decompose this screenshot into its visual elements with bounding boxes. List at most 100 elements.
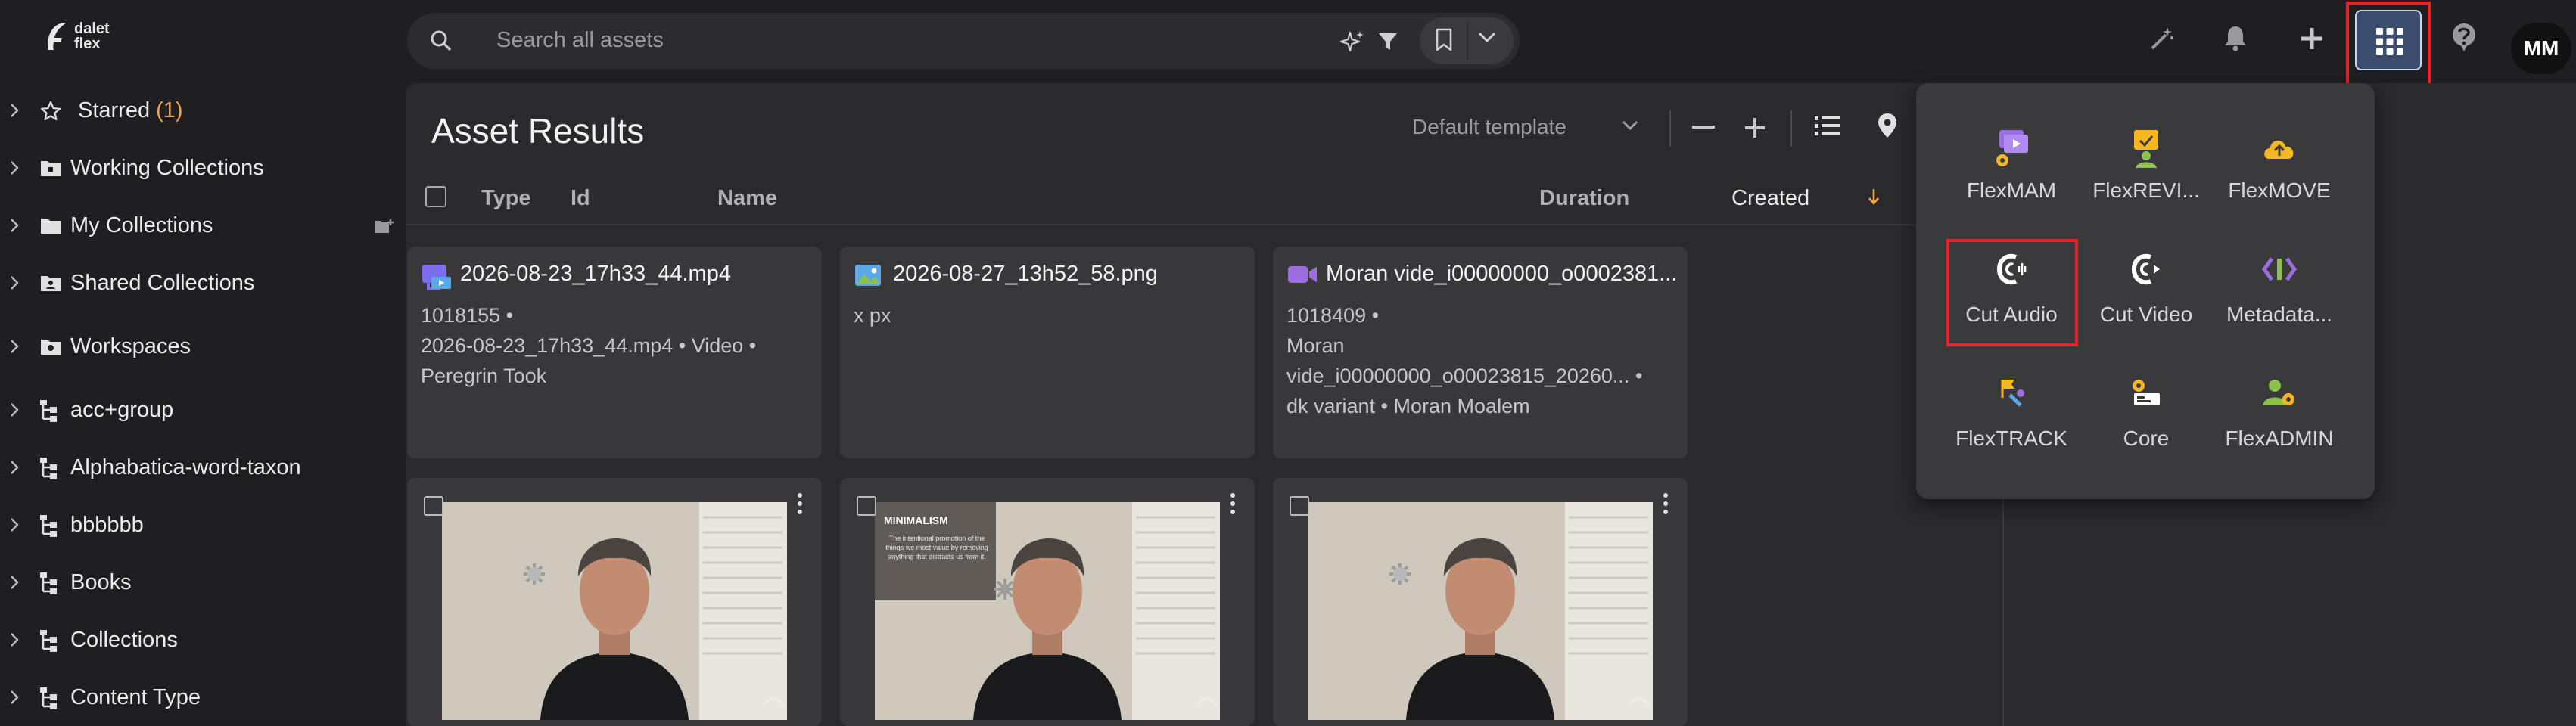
video-thumbnail[interactable] bbox=[1308, 502, 1653, 720]
sidebar-item-starred[interactable]: Starred (1) bbox=[0, 88, 406, 133]
sidebar-item-my-collections[interactable]: My Collections bbox=[0, 203, 406, 248]
sidebar-item-bbbbbb[interactable]: bbbbbb bbox=[0, 502, 406, 548]
asset-thumbnail-card[interactable] bbox=[1273, 478, 1688, 726]
header-divider bbox=[406, 224, 2002, 225]
flexmove-icon bbox=[2264, 140, 2294, 159]
template-select[interactable]: Default template bbox=[1412, 115, 1566, 139]
asset-select-checkbox[interactable] bbox=[857, 496, 876, 516]
column-header-type[interactable]: Type bbox=[481, 186, 531, 211]
taxonomy-icon bbox=[40, 515, 57, 537]
column-header-created[interactable]: Created bbox=[1731, 186, 1809, 211]
asset-card[interactable]: Moran vide_i00000000_o0002381... 1018409… bbox=[1273, 247, 1688, 458]
chevron-right-icon[interactable] bbox=[9, 517, 20, 532]
asset-card[interactable]: 2026-08-27_13h52_58.png x px bbox=[840, 247, 1255, 458]
chevron-right-icon[interactable] bbox=[9, 339, 20, 354]
chevron-right-icon[interactable] bbox=[9, 632, 20, 647]
sidebar-item-label: Shared Collections bbox=[70, 271, 255, 295]
search-input[interactable]: Search all assets bbox=[496, 28, 664, 53]
app-cut-audio[interactable]: Cut Audio bbox=[1943, 251, 2080, 365]
app-flexmam[interactable]: FlexMAM bbox=[1943, 127, 2080, 240]
chevron-right-icon[interactable] bbox=[9, 103, 20, 118]
video-thumbnail[interactable]: MINIMALISM The intentional promotion of … bbox=[875, 502, 1220, 720]
app-flextrack[interactable]: FlexTRACK bbox=[1943, 375, 2080, 489]
location-pin-icon[interactable] bbox=[1877, 112, 1898, 139]
metadata-icon bbox=[2261, 257, 2298, 281]
app-flexadmin[interactable]: FlexADMIN bbox=[2211, 375, 2347, 489]
filter-icon[interactable] bbox=[1377, 31, 1398, 52]
dalet-flex-logo[interactable]: dalet flex bbox=[42, 20, 110, 53]
video-camera-icon bbox=[1288, 266, 1317, 283]
sidebar-item-label: bbbbbb bbox=[70, 513, 144, 537]
column-header-duration[interactable]: Duration bbox=[1539, 186, 1629, 211]
help-icon[interactable] bbox=[2450, 23, 2478, 53]
bookmark-icon[interactable] bbox=[1435, 28, 1453, 52]
asset-thumbnail-card[interactable] bbox=[407, 478, 822, 726]
core-icon bbox=[2133, 380, 2160, 405]
video-thumbnail[interactable] bbox=[442, 502, 787, 720]
add-icon[interactable] bbox=[2299, 26, 2325, 51]
search-bar[interactable]: Search all assets bbox=[407, 13, 1520, 69]
sort-descending-icon[interactable] bbox=[1868, 188, 1880, 206]
logo-line-2: flex bbox=[74, 36, 101, 52]
sidebar-item-workspaces[interactable]: Workspaces bbox=[0, 324, 406, 369]
app-label: FlexMOVE bbox=[2228, 178, 2331, 202]
select-all-checkbox[interactable] bbox=[425, 186, 446, 207]
chevron-right-icon[interactable] bbox=[9, 575, 20, 590]
app-cut-video[interactable]: Cut Video bbox=[2078, 251, 2214, 365]
asset-card-line: vide_i00000000_o00023815_20260... • bbox=[1286, 365, 1643, 387]
notifications-bell-icon[interactable] bbox=[2223, 24, 2248, 51]
asset-select-checkbox[interactable] bbox=[1290, 496, 1309, 516]
flexmam-icon bbox=[1996, 130, 2028, 166]
zoom-in-icon[interactable] bbox=[1744, 116, 1766, 139]
asset-card-title[interactable]: Moran vide_i00000000_o0002381... bbox=[1326, 262, 1682, 287]
list-view-icon[interactable] bbox=[1815, 115, 1840, 138]
search-icon[interactable] bbox=[430, 29, 453, 52]
apps-menu-popover: FlexMAM FlexREVI... FlexMOVE Cut Audio C… bbox=[1916, 83, 2375, 499]
app-core[interactable]: Core bbox=[2078, 375, 2214, 489]
thumbnail-overlay-title: MINIMALISM bbox=[884, 514, 948, 526]
asset-select-checkbox[interactable] bbox=[424, 496, 443, 516]
chevron-down-icon[interactable] bbox=[1621, 119, 1639, 132]
app-metadata-designer[interactable]: Metadata... bbox=[2211, 251, 2347, 365]
asset-card-title[interactable]: 2026-08-23_17h33_44.mp4 bbox=[460, 262, 816, 287]
chevron-right-icon[interactable] bbox=[9, 460, 20, 475]
thumbnail-overlay-text: The intentional promotion of the things … bbox=[885, 535, 988, 560]
more-options-icon[interactable] bbox=[1662, 492, 1669, 516]
ai-sparkle-icon[interactable] bbox=[1339, 29, 1365, 54]
chevron-right-icon[interactable] bbox=[9, 402, 20, 417]
zoom-out-icon[interactable] bbox=[1692, 126, 1715, 130]
add-folder-icon[interactable] bbox=[374, 218, 395, 236]
asset-thumbnail-card[interactable]: MINIMALISM The intentional promotion of … bbox=[840, 478, 1255, 726]
sidebar-item-working-collections[interactable]: Working Collections bbox=[0, 145, 406, 191]
sidebar-item-starred-text: Starred (1) bbox=[78, 98, 183, 123]
chevron-right-icon[interactable] bbox=[9, 218, 20, 233]
app-label: FlexMAM bbox=[1966, 178, 2057, 202]
sidebar-item-content-type[interactable]: Content Type bbox=[0, 675, 406, 720]
chevron-right-icon[interactable] bbox=[9, 275, 20, 290]
chevron-right-icon[interactable] bbox=[9, 690, 20, 705]
sidebar-item-shared-collections[interactable]: Shared Collections bbox=[0, 260, 406, 306]
sidebar-item-acc-group[interactable]: acc+group bbox=[0, 387, 406, 433]
starred-count: (1) bbox=[156, 98, 183, 123]
sidebar-item-label: Collections bbox=[70, 628, 178, 652]
column-header-id[interactable]: Id bbox=[571, 186, 590, 211]
chevron-right-icon[interactable] bbox=[9, 160, 20, 175]
sidebar-item-alphabatica-word-taxon[interactable]: Alphabatica-word-taxon bbox=[0, 445, 406, 490]
asset-card-line: 2026-08-23_17h33_44.mp4 • Video • bbox=[421, 334, 757, 357]
asset-card[interactable]: 2026-08-23_17h33_44.mp4 1018155 • 2026-0… bbox=[407, 247, 822, 458]
app-label: Cut Video bbox=[2099, 302, 2193, 326]
taxonomy-icon bbox=[40, 630, 57, 652]
sidebar-item-collections[interactable]: Collections bbox=[0, 617, 406, 662]
magic-wand-icon[interactable] bbox=[2149, 26, 2175, 51]
column-header-name[interactable]: Name bbox=[717, 186, 777, 211]
sidebar-item-label: Working Collections bbox=[70, 156, 264, 180]
more-options-icon[interactable] bbox=[796, 492, 804, 516]
more-options-icon[interactable] bbox=[1229, 492, 1237, 516]
apps-grid-button[interactable] bbox=[2355, 10, 2422, 70]
asset-card-title[interactable]: 2026-08-27_13h52_58.png bbox=[893, 262, 1249, 287]
user-avatar[interactable]: MM bbox=[2511, 23, 2571, 74]
chevron-down-icon[interactable] bbox=[1477, 31, 1497, 45]
app-flexreview[interactable]: FlexREVI... bbox=[2078, 127, 2214, 240]
app-flexmove[interactable]: FlexMOVE bbox=[2211, 127, 2347, 240]
sidebar-item-books[interactable]: Books bbox=[0, 560, 406, 605]
